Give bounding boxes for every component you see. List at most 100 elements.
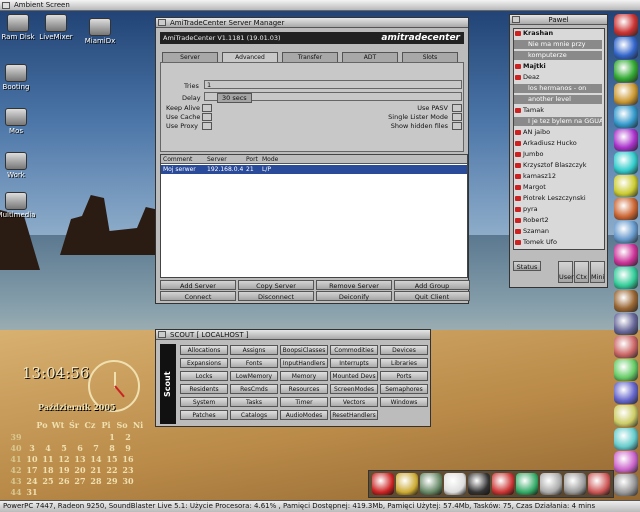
column-port[interactable]: Port (246, 156, 258, 163)
scout-button-commodities[interactable]: Commodities (330, 345, 378, 355)
scout-button-ports[interactable]: Ports (380, 371, 428, 381)
dock-icon[interactable] (614, 152, 638, 174)
tray-icon[interactable] (372, 473, 394, 495)
dock-icon[interactable] (614, 244, 638, 266)
tray-icon[interactable] (444, 473, 466, 495)
desktop-icon-mos[interactable]: Mos (0, 108, 44, 135)
dock-icon[interactable] (614, 83, 638, 105)
tray-icon[interactable] (540, 473, 562, 495)
calendar-day[interactable]: 6 (72, 443, 88, 453)
desktop-icon-multimedia[interactable]: Multimedia (0, 192, 44, 219)
scout-button-semaphores[interactable]: Semaphores (380, 384, 428, 394)
ftp-button-connect[interactable]: Connect (160, 291, 236, 301)
list-item[interactable]: Majtki (514, 62, 602, 71)
tab-server[interactable]: Server (162, 52, 218, 62)
scout-button-locks[interactable]: Locks (180, 371, 228, 381)
calendar-day[interactable]: 13 (72, 454, 88, 464)
dock-icon[interactable] (614, 382, 638, 404)
calendar-day[interactable]: 22 (104, 465, 120, 475)
list-item[interactable]: I je tez bylem na GGUA (514, 117, 602, 126)
dock-icon[interactable] (614, 106, 638, 128)
calendar-day[interactable]: 19 (56, 465, 72, 475)
close-icon[interactable] (158, 19, 166, 26)
tray-icon[interactable] (468, 473, 490, 495)
list-item[interactable]: Szaman (514, 227, 602, 236)
list-item[interactable]: pyra (514, 205, 602, 214)
tray-icon[interactable] (588, 473, 610, 495)
tab-adt[interactable]: ADT (342, 52, 398, 62)
calendar-day[interactable]: 2 (120, 432, 136, 442)
calendar-day[interactable]: 24 (24, 476, 40, 486)
calendar-day[interactable]: 9 (120, 443, 136, 453)
calendar-day[interactable]: 27 (72, 476, 88, 486)
calendar-day[interactable]: 21 (88, 465, 104, 475)
option-checkbox[interactable] (202, 104, 212, 112)
tries-field[interactable]: 1 (204, 80, 462, 89)
dock-icon[interactable] (614, 175, 638, 197)
desktop-icon-work[interactable]: Work (0, 152, 44, 179)
list-item[interactable]: los hermanos - on (514, 84, 602, 93)
list-item[interactable]: komputerze (514, 51, 602, 60)
ftp-button-copy-server[interactable]: Copy Server (238, 280, 314, 290)
calendar-day[interactable]: 20 (72, 465, 88, 475)
dock-icon[interactable] (614, 313, 638, 335)
scout-button-catalogs[interactable]: Catalogs (230, 410, 278, 420)
user-button[interactable]: User (558, 261, 574, 283)
scout-button-allocations[interactable]: Allocations (180, 345, 228, 355)
tray-icon[interactable] (396, 473, 418, 495)
scout-button-residents[interactable]: Residents (180, 384, 228, 394)
scout-button-screenmodes[interactable]: ScreenModes (330, 384, 378, 394)
ctx-button[interactable]: Ctx (574, 261, 589, 283)
scout-button-memory[interactable]: Memory (280, 371, 328, 381)
dock-icon[interactable] (614, 198, 638, 220)
list-item[interactable]: Krashan (514, 29, 602, 38)
desktop-icon-booting[interactable]: Booting (0, 64, 44, 91)
ftp-button-remove-server[interactable]: Remove Server (316, 280, 392, 290)
table-row[interactable]: Moj serwer 192.168.0.4 21 L/P (161, 165, 467, 174)
scout-button-timer[interactable]: Timer (280, 397, 328, 407)
scout-button-resethandlers[interactable]: ResetHandlers (330, 410, 378, 420)
ftp-button-add-server[interactable]: Add Server (160, 280, 236, 290)
option-checkbox[interactable] (202, 113, 212, 121)
close-icon[interactable] (512, 16, 520, 23)
scout-titlebar[interactable]: SCOUT [ LOCALHOST ] (156, 330, 430, 340)
calendar-day[interactable]: 3 (24, 443, 40, 453)
ftp-button-add-group[interactable]: Add Group (394, 280, 470, 290)
dock-icon[interactable] (614, 14, 638, 36)
column-mode[interactable]: Mode (262, 156, 278, 163)
calendar-day[interactable]: 14 (88, 454, 104, 464)
dock-icon[interactable] (614, 451, 638, 473)
calendar-day[interactable]: 31 (24, 487, 40, 497)
dock-icon[interactable] (614, 267, 638, 289)
list-item[interactable]: another level (514, 95, 602, 104)
dock-icon[interactable] (614, 290, 638, 312)
close-icon[interactable] (158, 331, 166, 338)
option-checkbox[interactable] (452, 113, 462, 121)
scout-button-windows[interactable]: Windows (380, 397, 428, 407)
mini-button[interactable]: Mini (590, 261, 605, 283)
calendar-day[interactable]: 12 (56, 454, 72, 464)
list-item[interactable]: kamasz12 (514, 172, 602, 181)
scout-button-boopsiclasses[interactable]: BoopsiClasses (280, 345, 328, 355)
chat-titlebar[interactable]: Pawel (510, 15, 607, 25)
calendar-day[interactable]: 16 (120, 454, 136, 464)
list-item[interactable]: Tomek Ufo (514, 238, 602, 247)
server-list[interactable]: Comment Server Port Mode Moj serwer 192.… (160, 154, 468, 278)
scout-button-tasks[interactable]: Tasks (230, 397, 278, 407)
column-comment[interactable]: Comment (163, 156, 192, 163)
scout-button-vectors[interactable]: Vectors (330, 397, 378, 407)
list-item[interactable]: Nie ma mnie przy (514, 40, 602, 49)
ftp-button-quit-client[interactable]: Quit Client (394, 291, 470, 301)
calendar-day[interactable]: 10 (24, 454, 40, 464)
status-button[interactable]: Status (513, 261, 541, 271)
delay-slider[interactable]: 30 secs (204, 92, 462, 103)
scout-button-assigns[interactable]: Assigns (230, 345, 278, 355)
list-item[interactable]: Tamak (514, 106, 602, 115)
dock-icon[interactable] (614, 359, 638, 381)
dock-icon[interactable] (614, 37, 638, 59)
option-checkbox[interactable] (452, 122, 462, 130)
tray-icon[interactable] (564, 473, 586, 495)
calendar-day[interactable]: 26 (56, 476, 72, 486)
desktop-icon-miamidx[interactable]: MiamiDx (72, 18, 128, 45)
scout-button-expansions[interactable]: Expansions (180, 358, 228, 368)
